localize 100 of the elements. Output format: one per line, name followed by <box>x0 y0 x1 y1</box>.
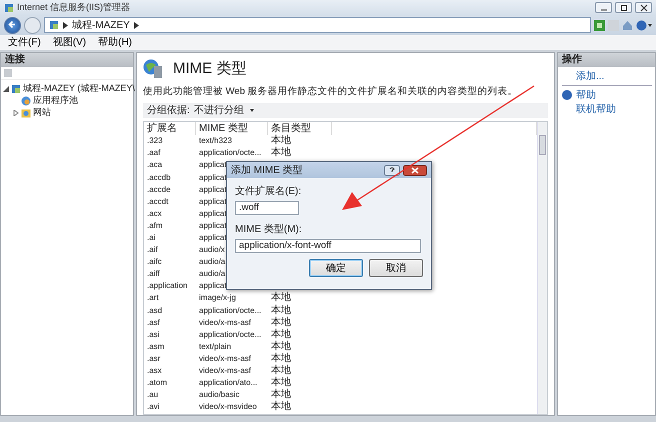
help-icon[interactable] <box>636 20 652 30</box>
table-cell: video/x-msvideo <box>199 402 257 412</box>
table-cell-text: .accdb <box>146 172 172 184</box>
table-cell-text: .accdt <box>146 196 170 208</box>
action-link[interactable]: 帮助 <box>576 88 596 102</box>
server-icon <box>11 84 21 94</box>
table-cell-text: .atom <box>146 377 168 390</box>
scrollbar[interactable] <box>537 122 547 414</box>
action-link[interactable]: 联机帮助 <box>576 102 616 116</box>
table-cell: application/octe... <box>199 148 262 158</box>
input-field[interactable]: .woff <box>235 201 299 215</box>
window-title: Internet 信息服务(IIS)管理器 <box>17 0 130 14</box>
group-by-label: 分组依据: <box>147 104 190 118</box>
menu-item[interactable]: 帮助(H) <box>98 35 132 50</box>
server-icon <box>49 20 59 30</box>
column-header[interactable]: 扩展名 <box>144 122 196 136</box>
table-cell-text: 本地 <box>270 147 292 160</box>
table-cell-text: .aifc <box>146 256 163 268</box>
table-cell-text: .asd <box>146 304 164 317</box>
tree-item[interactable]: 应用程序池 <box>33 94 78 108</box>
dialog-button[interactable]: 取消 <box>369 259 423 277</box>
maximize-button[interactable] <box>615 2 632 13</box>
table-cell-text: 本地 <box>270 328 292 340</box>
collapse-icon[interactable] <box>3 86 9 92</box>
minimize-button[interactable] <box>595 2 612 13</box>
field-label: 文件扩展名(E): <box>235 184 302 199</box>
table-cell: applicat <box>199 172 227 182</box>
table-cell-text: .asx <box>146 365 163 378</box>
expand-icon[interactable] <box>13 110 19 116</box>
table-cell-text: 本地 <box>270 401 292 414</box>
dialog-button[interactable]: 确定 <box>309 259 363 277</box>
table-cell: audio/a <box>199 257 226 266</box>
table-cell-text: 本地 <box>270 135 292 146</box>
table-cell-text: 本地 <box>270 365 292 376</box>
tree-item[interactable]: 网站 <box>33 106 51 120</box>
table-cell-text: .application <box>146 280 188 292</box>
table-cell: text/plain <box>199 342 232 351</box>
table-cell: applicat <box>199 184 227 194</box>
table-cell-text: .asf <box>146 316 161 329</box>
table-cell-text: .au <box>146 389 160 402</box>
table-cell-text: .art <box>146 292 160 304</box>
menu-item[interactable]: 视图(V) <box>52 35 86 50</box>
dialog-title: 添加 MIME 类型 <box>231 164 303 178</box>
close-icon <box>638 4 650 12</box>
back-button[interactable] <box>4 16 21 34</box>
input-field[interactable]: application/x-font-woff <box>235 239 421 253</box>
tree-item[interactable]: 城程-MAZEY (城程-MAZEY\ <box>23 82 135 96</box>
table-cell-text: .accde <box>146 184 172 196</box>
table-cell: applicat <box>199 233 227 242</box>
table-cell: applicat <box>199 281 227 290</box>
help-button[interactable] <box>384 164 400 176</box>
table-cell-text: .asm <box>146 340 166 353</box>
table-cell-text: 本地 <box>270 292 292 304</box>
table-cell: text/h323 <box>199 136 232 146</box>
table-cell-text: .asi <box>146 328 160 341</box>
table-cell: application/ato... <box>199 378 258 388</box>
chevron-icon <box>63 22 68 28</box>
add-icon[interactable] <box>594 20 605 30</box>
column-header[interactable]: 条目类型 <box>268 122 332 136</box>
table-cell-text: .323 <box>146 135 164 148</box>
page-title: MIME 类型 <box>173 58 246 79</box>
column-header[interactable]: MIME 类型 <box>196 122 268 136</box>
menu-item[interactable]: 文件(F) <box>8 35 41 50</box>
group-by-dropdown[interactable]: 不进行分组 <box>194 103 254 118</box>
breadcrumb[interactable]: 城程-MAZEY <box>72 18 130 32</box>
table-cell-text: 本地 <box>270 304 292 316</box>
table-cell-text: .afm <box>146 220 164 232</box>
table-cell-text: .asr <box>146 352 162 365</box>
table-cell-text: .ai <box>146 232 156 244</box>
dropdown-arrow-icon <box>250 108 254 113</box>
table-cell-text: .aaf <box>146 147 162 160</box>
table-cell-text: .aiff <box>146 268 161 280</box>
table-cell-text: .aif <box>146 244 159 256</box>
table-cell: applicat <box>199 208 227 218</box>
table-cell-text: .avi <box>146 401 160 414</box>
table-cell: application/octe... <box>199 306 262 315</box>
address-bar[interactable]: 城程-MAZEY <box>44 17 591 33</box>
table-cell: image/x-jg <box>199 293 236 302</box>
app-icon <box>4 2 14 12</box>
back-arrow-icon <box>8 20 17 30</box>
action-link[interactable]: 添加... <box>576 68 604 84</box>
table-cell-text: .aca <box>146 159 164 172</box>
close-button[interactable] <box>635 2 652 13</box>
table-cell-text: 本地 <box>270 316 292 328</box>
table-cell: audio/x <box>199 245 225 254</box>
description-text: 使用此功能管理被 Web 服务器用作静态文件的文件扩展名和关联的内容类型的列表。 <box>143 85 519 99</box>
chevron-icon <box>134 22 139 28</box>
table-cell: video/x-ms-asf <box>199 354 252 363</box>
table-cell-text: .acx <box>146 208 163 220</box>
field-label: MIME 类型(M): <box>235 222 303 237</box>
table-cell: video/x-ms-asf <box>199 318 252 327</box>
table-cell: applicat <box>199 196 227 206</box>
help-icon <box>562 90 572 100</box>
table-cell-text: 本地 <box>270 340 292 352</box>
panel-header: 操作 <box>558 53 655 67</box>
table-cell: application/octe... <box>199 330 262 339</box>
table-cell: applicat <box>199 160 227 170</box>
table-cell: applicat <box>199 220 227 230</box>
close-button[interactable] <box>403 164 427 176</box>
folder-icon <box>21 108 31 118</box>
